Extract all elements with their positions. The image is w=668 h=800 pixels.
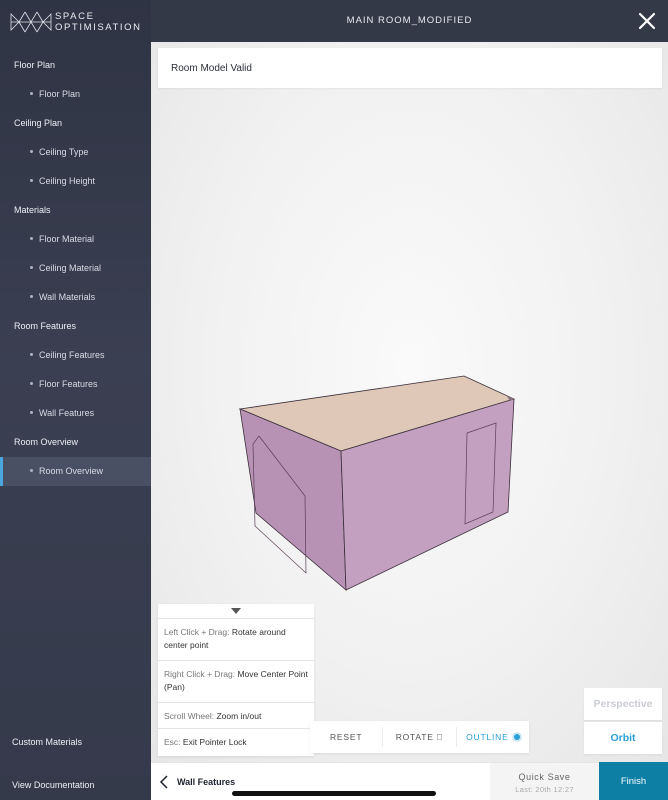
- sidebar-item-label: Floor Material: [39, 234, 95, 244]
- brand: SPACE OPTIMISATION: [0, 0, 151, 44]
- chevron-left-icon: [159, 775, 168, 789]
- status-text: Room Model Valid: [171, 63, 252, 74]
- sidebar-nav: Floor Plan Floor Plan Ceiling Plan Ceili…: [0, 51, 151, 486]
- help-row-esc: Esc: Exit Pointer Lock: [158, 728, 314, 756]
- bullet-icon: [30, 179, 33, 183]
- sidebar-section-materials[interactable]: Materials: [0, 196, 151, 225]
- custom-materials-link[interactable]: Custom Materials: [12, 737, 82, 747]
- view-documentation-link[interactable]: View Documentation: [12, 780, 94, 790]
- sidebar-item-ceiling-type[interactable]: Ceiling Type: [0, 138, 151, 167]
- bullet-icon: [30, 237, 33, 241]
- sidebar-item-floor-features[interactable]: Floor Features: [0, 370, 151, 399]
- sidebar-item-ceiling-material[interactable]: Ceiling Material: [0, 254, 151, 283]
- sidebar-item-label: Ceiling Features: [39, 350, 105, 360]
- view-mode-switch: Perspective Orbit: [584, 688, 662, 754]
- view-toolbar: RESET ROTATE ⃞ OUTLINE: [310, 721, 529, 753]
- back-label: Wall Features: [177, 777, 236, 787]
- sidebar-item-wall-materials[interactable]: Wall Materials: [0, 283, 151, 312]
- sidebar-section-floor-plan[interactable]: Floor Plan: [0, 51, 151, 80]
- help-row-right-click: Right Click + Drag: Move Center Point (P…: [158, 660, 314, 702]
- sidebar-section-ceiling-plan[interactable]: Ceiling Plan: [0, 109, 151, 138]
- quick-save-label: Quick Save: [518, 772, 571, 782]
- sidebar-item-wall-features[interactable]: Wall Features: [0, 399, 151, 428]
- brand-line2: OPTIMISATION: [55, 22, 142, 33]
- sidebar-item-ceiling-features[interactable]: Ceiling Features: [0, 341, 151, 370]
- rotate-button[interactable]: ROTATE ⃞: [383, 721, 455, 753]
- sidebar-item-label: Floor Features: [39, 379, 98, 389]
- back-button[interactable]: Wall Features: [159, 775, 235, 789]
- bullet-icon: [30, 469, 33, 473]
- status-bar: Room Model Valid: [158, 48, 662, 88]
- brand-line1: SPACE: [55, 11, 95, 22]
- toggle-on-indicator: [513, 734, 520, 740]
- finish-button[interactable]: Finish: [599, 762, 668, 800]
- sidebar-item-label: Wall Materials: [39, 292, 96, 302]
- bullet-icon: [30, 382, 33, 386]
- help-row-left-click: Left Click + Drag: Rotate around center …: [158, 618, 314, 660]
- sidebar-section-room-features[interactable]: Room Features: [0, 312, 151, 341]
- home-indicator: [232, 791, 436, 796]
- bullet-icon: [30, 266, 33, 270]
- outline-toggle[interactable]: OUTLINE: [457, 721, 529, 753]
- close-icon[interactable]: [638, 12, 656, 30]
- header: MAIN ROOM_MODIFIED: [151, 0, 668, 42]
- collapse-button[interactable]: [158, 604, 314, 618]
- sidebar-item-floor-material[interactable]: Floor Material: [0, 225, 151, 254]
- page-title: MAIN ROOM_MODIFIED: [346, 15, 473, 26]
- caret-down-icon: [231, 608, 241, 614]
- help-row-scroll: Scroll Wheel: Zoom in/out: [158, 702, 314, 728]
- sidebar: SPACE OPTIMISATION Floor Plan Floor Plan…: [0, 0, 151, 800]
- sidebar-item-label: Room Overview: [39, 466, 104, 476]
- bullet-icon: [30, 411, 33, 415]
- orbit-button[interactable]: Orbit: [584, 722, 662, 754]
- sidebar-section-room-overview[interactable]: Room Overview: [0, 428, 151, 457]
- sidebar-item-label: Floor Plan: [39, 89, 81, 99]
- bullet-icon: [30, 92, 33, 96]
- bullet-icon: [30, 150, 33, 154]
- sidebar-item-label: Ceiling Height: [39, 176, 96, 186]
- reset-button[interactable]: RESET: [310, 721, 382, 753]
- quick-save-button[interactable]: Quick Save Last: 20th 12:27: [490, 763, 599, 800]
- last-saved-text: Last: 20th 12:27: [515, 785, 574, 794]
- controls-help-panel: Left Click + Drag: Rotate around center …: [158, 604, 314, 756]
- bullet-icon: [30, 353, 33, 357]
- sidebar-item-label: Wall Features: [39, 408, 95, 418]
- perspective-button[interactable]: Perspective: [584, 688, 662, 720]
- logo-icon: [10, 11, 52, 33]
- sidebar-item-room-overview[interactable]: Room Overview: [0, 457, 151, 486]
- sidebar-item-floor-plan[interactable]: Floor Plan: [0, 80, 151, 109]
- sidebar-item-ceiling-height[interactable]: Ceiling Height: [0, 167, 151, 196]
- sidebar-item-label: Ceiling Material: [39, 263, 102, 273]
- sidebar-item-label: Ceiling Type: [39, 147, 89, 157]
- bullet-icon: [30, 295, 33, 299]
